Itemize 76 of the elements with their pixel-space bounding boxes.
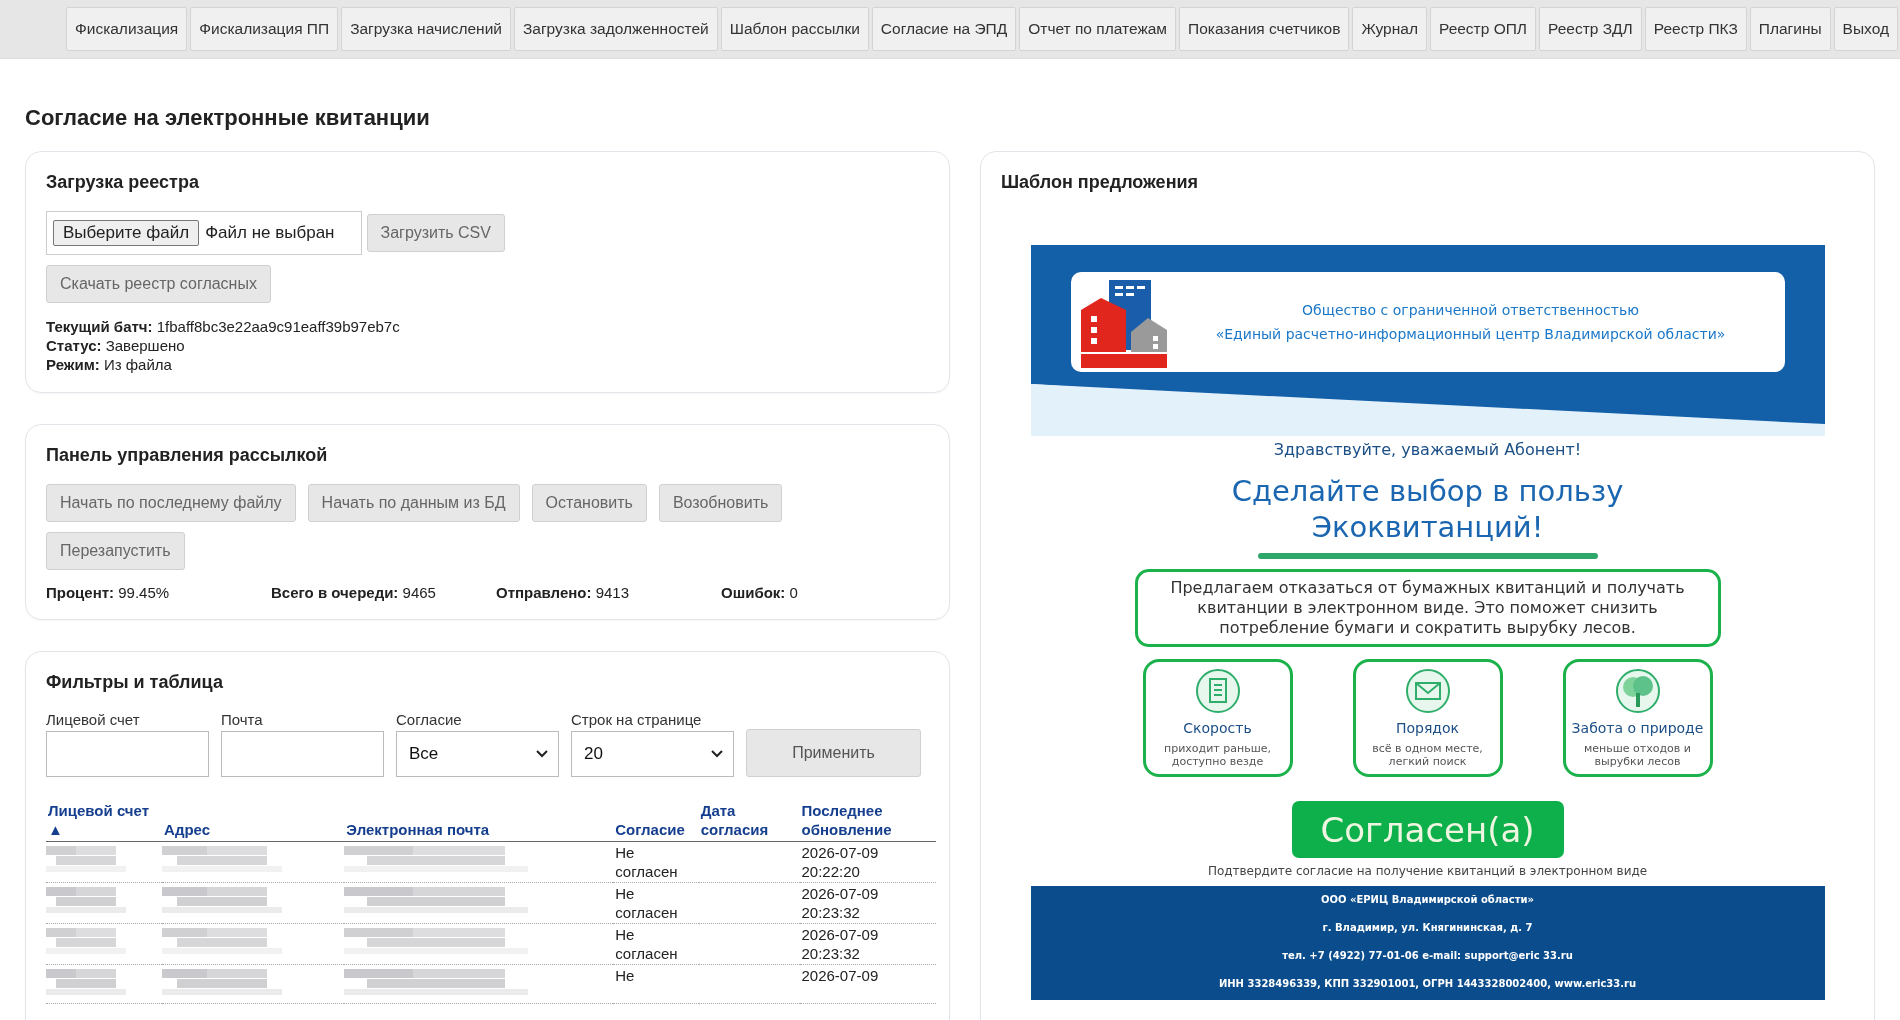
column-header: Последнее обновление xyxy=(801,801,893,839)
footer-text: г. Владимир, ул. Княгининская, д. 7 xyxy=(1321,921,1534,935)
column-header: Согласие xyxy=(615,820,686,839)
footer-text: ИНН 3328496339, КПП 332901001, ОГРН 1443328002400, www.eric33.ru xyxy=(1217,977,1638,991)
footer-text: ООО «ЕРИЦ Владимирской области» xyxy=(1319,893,1535,907)
chevron-down-icon xyxy=(711,750,723,758)
download-button[interactable]: Скачать реестр согласных xyxy=(46,265,271,303)
nav-tab[interactable]: Фискализация ПП xyxy=(190,7,339,51)
upload-button[interactable]: Загрузить CSV xyxy=(366,214,505,252)
table-cell: 2026-07-09 20:22:20 xyxy=(801,844,879,880)
mailing-button[interactable]: Перезапустить xyxy=(46,532,185,570)
headline: Сделайте выбор в пользу Экоквитанций! xyxy=(1230,473,1625,545)
nav-tab[interactable]: Выход xyxy=(1833,7,1898,51)
mailing-button[interactable]: Начать по последнему файлу xyxy=(46,484,296,522)
nav-tab[interactable]: Загрузка начислений xyxy=(341,7,511,51)
chevron-down-icon xyxy=(536,750,548,758)
intro-text: Предлагаем отказаться от бумажных квитанций и получать квитанции в электронном виде. Это поможет снизить потребление бумаги и сократить вырубку лесов. xyxy=(1134,569,1721,647)
table-cell: 2026-07-09 20:23:32 xyxy=(801,926,879,962)
info-line: Текущий батч: 1fbaff8bc3e22aa9c91eaff39b97eb7c xyxy=(46,317,401,336)
page-title: Согласие на электронные квитанции xyxy=(25,105,431,131)
buildings-logo-icon xyxy=(1080,280,1167,368)
feature-card: Порядок всё в одном месте, легкий поиск xyxy=(1352,659,1503,777)
mailing-button[interactable]: Начать по данным из БД xyxy=(307,484,520,522)
field-label: Почта xyxy=(221,711,264,728)
column-header: Дата согласия xyxy=(700,801,770,839)
select-field[interactable]: Все xyxy=(396,731,559,777)
nav-tab[interactable]: Согласие на ЭПД xyxy=(871,7,1017,51)
stat-text: Всего в очереди: 9465 xyxy=(271,584,437,601)
table-cell: 2026-07-09 20:23:32 xyxy=(801,885,879,921)
nav-tab[interactable]: Плагины xyxy=(1749,7,1831,51)
nav-tab[interactable]: Фискализация xyxy=(65,7,188,51)
nav-tab[interactable]: Отчет по платежам xyxy=(1019,7,1177,51)
select-field[interactable]: 20 xyxy=(571,731,734,777)
table-cell: Не согласен xyxy=(615,926,678,962)
nav-tab[interactable]: Показания счетчиков xyxy=(1179,7,1350,51)
nav-tab[interactable]: Реестр ПКЗ xyxy=(1644,7,1747,51)
nav-tab[interactable]: Шаблон рассылки xyxy=(720,7,869,51)
nav-tab[interactable]: Журнал xyxy=(1352,7,1427,51)
table-cell: 2026-07-09 xyxy=(801,967,879,984)
nav-tab[interactable]: Реестр ОПЛ xyxy=(1429,7,1536,51)
info-line: Статус: Завершено xyxy=(46,336,186,355)
document-icon xyxy=(1194,668,1241,714)
column-header: Адрес xyxy=(164,820,212,839)
table-cell: Не согласен xyxy=(615,844,678,880)
apply-button[interactable]: Применить xyxy=(746,729,921,777)
envelope-icon xyxy=(1404,668,1451,714)
input-field[interactable] xyxy=(221,731,384,777)
nav-tab[interactable]: Загрузка задолженностей xyxy=(514,7,718,51)
stat-text: Ошибок: 0 xyxy=(721,584,799,601)
mailing-button[interactable]: Остановить xyxy=(531,484,647,522)
card-title: Загрузка реестра xyxy=(46,172,200,193)
tree-icon xyxy=(1614,668,1661,714)
mailing-button[interactable]: Возобновить xyxy=(658,484,783,522)
feature-card: Забота о природе меньше отходов и вырубки лесов xyxy=(1562,659,1713,777)
card-title: Панель управления рассылкой xyxy=(46,445,329,466)
file-input[interactable]: Выберите файл Файл не выбран xyxy=(46,211,362,255)
stat-text: Процент: 99.45% xyxy=(46,584,171,601)
card-title: Шаблон предложения xyxy=(1001,172,1200,193)
column-header[interactable]: Лицевой счет ▲ xyxy=(48,801,161,839)
greeting-text: Здравствуйте, уважаемый Абонент! xyxy=(1272,440,1583,459)
nav-tab[interactable]: Реестр ЗДЛ xyxy=(1539,7,1642,51)
field-label: Согласие xyxy=(396,711,463,728)
org-name: «Единый расчетно-информационный центр Владимирской области» xyxy=(1214,325,1727,344)
column-header: Электронная почта xyxy=(346,820,491,839)
table-cell: Не xyxy=(615,967,635,984)
table-cell: Не согласен xyxy=(615,885,678,921)
caption-text: Подтвердите согласие на получение квитанций в электронном виде xyxy=(1206,864,1649,878)
feature-card: Скорость приходит раньше, доступно везде xyxy=(1142,659,1293,777)
field-label: Лицевой счет xyxy=(46,711,141,728)
field-label: Строк на странице xyxy=(571,711,703,728)
org-name: Общество с ограниченной ответственностью xyxy=(1301,301,1640,320)
footer-text: тел. +7 (4922) 77-01-06 e-mail: support@eric 33.ru xyxy=(1281,949,1574,963)
input-field[interactable] xyxy=(46,731,209,777)
card-title: Фильтры и таблица xyxy=(46,672,224,693)
stat-text: Отправлено: 9413 xyxy=(496,584,631,601)
info-line: Режим: Из файла xyxy=(46,355,173,374)
